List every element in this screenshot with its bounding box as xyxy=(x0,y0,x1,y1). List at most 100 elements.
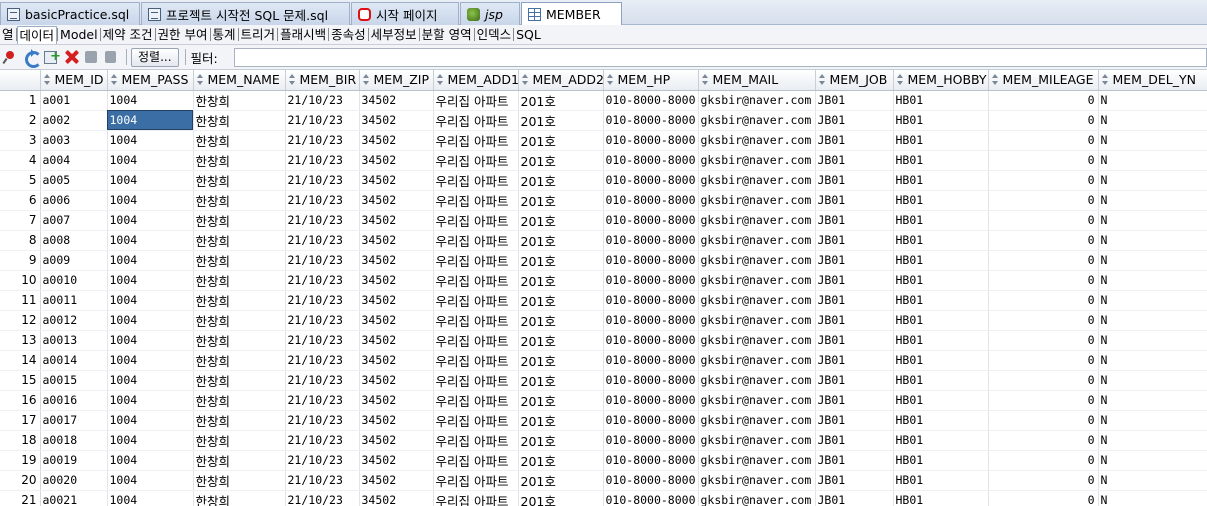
cell-mem-job[interactable]: JB01 xyxy=(815,430,894,451)
row-number[interactable]: 10 xyxy=(0,270,41,291)
cell-mem-bir[interactable]: 21/10/23 xyxy=(285,110,360,131)
subtab-partitions[interactable]: 분할 영역 xyxy=(420,26,474,44)
cell-mem-add1[interactable]: 우리집 아파트 xyxy=(433,290,519,311)
cell-mem-hobby[interactable]: HB01 xyxy=(893,330,989,351)
cell-mem-job[interactable]: JB01 xyxy=(815,370,894,391)
cell-mem-mail[interactable]: gksbir@naver.com xyxy=(698,230,816,251)
cell-mem-bir[interactable]: 21/10/23 xyxy=(285,450,360,471)
cell-mem-job[interactable]: JB01 xyxy=(815,230,894,251)
sort-arrows-icon[interactable] xyxy=(606,74,614,86)
cell-mem-hobby[interactable]: HB01 xyxy=(893,230,989,251)
row-number[interactable]: 5 xyxy=(0,170,41,191)
cell-mem-mail[interactable]: gksbir@naver.com xyxy=(698,410,816,431)
cell-mem-mail[interactable]: gksbir@naver.com xyxy=(698,170,816,191)
cell-mem-name[interactable]: 한창희 xyxy=(193,410,286,431)
cell-mem-hobby[interactable]: HB01 xyxy=(893,450,989,471)
cell-mem-hobby[interactable]: HB01 xyxy=(893,210,989,231)
cell-mem-add2[interactable]: 201호 xyxy=(518,330,604,351)
row-number[interactable]: 8 xyxy=(0,230,41,251)
cell-mem-mileage[interactable]: 0 xyxy=(988,310,1099,331)
cell-mem-id[interactable]: a0012 xyxy=(40,310,108,331)
cell-mem-id[interactable]: a001 xyxy=(40,90,108,111)
cell-mem-hp[interactable]: 010-8000-8000 xyxy=(603,210,699,231)
cell-mem-zip[interactable]: 34502 xyxy=(359,470,434,491)
cell-mem-hobby[interactable]: HB01 xyxy=(893,350,989,371)
cell-mem-job[interactable]: JB01 xyxy=(815,270,894,291)
cell-mem-del-yn[interactable]: N xyxy=(1098,90,1207,111)
cell-mem-hp[interactable]: 010-8000-8000 xyxy=(603,130,699,151)
subtab-details[interactable]: 세부정보 xyxy=(369,26,419,44)
cell-mem-add2[interactable]: 201호 xyxy=(518,390,604,411)
table-row[interactable]: 11 a0011 1004 한창희 21/10/23 34502 우리집 아파트 201호 01… xyxy=(0,290,1207,311)
cell-mem-del-yn[interactable]: N xyxy=(1098,430,1207,451)
cell-mem-id[interactable]: a0019 xyxy=(40,450,108,471)
cell-mem-add1[interactable]: 우리집 아파트 xyxy=(433,130,519,151)
cell-mem-bir[interactable]: 21/10/23 xyxy=(285,290,360,311)
cell-mem-job[interactable]: JB01 xyxy=(815,310,894,331)
cell-mem-mileage[interactable]: 0 xyxy=(988,230,1099,251)
cell-mem-pass[interactable]: 1004 xyxy=(107,150,194,171)
cell-mem-del-yn[interactable]: N xyxy=(1098,350,1207,371)
cell-mem-del-yn[interactable]: N xyxy=(1098,250,1207,271)
cell-mem-id[interactable]: a0018 xyxy=(40,430,108,451)
table-row[interactable]: 14 a0014 1004 한창희 21/10/23 34502 우리집 아파트 201호 01… xyxy=(0,350,1207,371)
cell-mem-bir[interactable]: 21/10/23 xyxy=(285,370,360,391)
sort-arrows-icon[interactable] xyxy=(701,74,709,86)
cell-mem-job[interactable]: JB01 xyxy=(815,130,894,151)
cell-mem-zip[interactable]: 34502 xyxy=(359,290,434,311)
cell-mem-job[interactable]: JB01 xyxy=(815,330,894,351)
cell-mem-bir[interactable]: 21/10/23 xyxy=(285,330,360,351)
cell-mem-add2[interactable]: 201호 xyxy=(518,410,604,431)
cell-mem-hp[interactable]: 010-8000-8000 xyxy=(603,170,699,191)
cell-mem-pass[interactable]: 1004 xyxy=(107,270,194,291)
cell-mem-bir[interactable]: 21/10/23 xyxy=(285,230,360,251)
column-header-mem-del-yn[interactable]: MEM_DEL_YN xyxy=(1098,70,1207,91)
cell-mem-add2[interactable]: 201호 xyxy=(518,290,604,311)
cell-mem-name[interactable]: 한창희 xyxy=(193,450,286,471)
column-header-mem-hp[interactable]: MEM_HP xyxy=(603,70,699,91)
row-number[interactable]: 2 xyxy=(0,110,41,131)
cell-mem-del-yn[interactable]: N xyxy=(1098,470,1207,491)
cell-mem-mail[interactable]: gksbir@naver.com xyxy=(698,130,816,151)
cell-mem-del-yn[interactable]: N xyxy=(1098,370,1207,391)
cell-mem-pass[interactable]: 1004 xyxy=(107,370,194,391)
cell-mem-add2[interactable]: 201호 xyxy=(518,430,604,451)
cell-mem-pass[interactable]: 1004 xyxy=(107,430,194,451)
cell-mem-pass[interactable]: 1004 xyxy=(107,170,194,191)
cell-mem-mileage[interactable]: 0 xyxy=(988,370,1099,391)
table-row[interactable]: 16 a0016 1004 한창희 21/10/23 34502 우리집 아파트 201호 01… xyxy=(0,390,1207,411)
row-number[interactable]: 11 xyxy=(0,290,41,311)
cell-mem-id[interactable]: a0014 xyxy=(40,350,108,371)
cell-mem-add2[interactable]: 201호 xyxy=(518,490,604,506)
cell-mem-zip[interactable]: 34502 xyxy=(359,210,434,231)
cell-mem-mileage[interactable]: 0 xyxy=(988,470,1099,491)
sort-arrows-icon[interactable] xyxy=(196,74,204,86)
sort-arrows-icon[interactable] xyxy=(436,74,444,86)
cell-mem-bir[interactable]: 21/10/23 xyxy=(285,390,360,411)
cell-mem-job[interactable]: JB01 xyxy=(815,110,894,131)
cell-mem-add2[interactable]: 201호 xyxy=(518,110,604,131)
cell-mem-mileage[interactable]: 0 xyxy=(988,490,1099,506)
cell-mem-hobby[interactable]: HB01 xyxy=(893,410,989,431)
cell-mem-name[interactable]: 한창희 xyxy=(193,310,286,331)
cell-mem-name[interactable]: 한창희 xyxy=(193,130,286,151)
cell-mem-pass[interactable]: 1004 xyxy=(107,410,194,431)
column-header-mem-zip[interactable]: MEM_ZIP xyxy=(359,70,434,91)
cell-mem-add1[interactable]: 우리집 아파트 xyxy=(433,170,519,191)
cell-mem-pass[interactable]: 1004 xyxy=(107,230,194,251)
column-header-mem-bir[interactable]: MEM_BIR xyxy=(285,70,360,91)
cell-mem-name[interactable]: 한창희 xyxy=(193,290,286,311)
cell-mem-mileage[interactable]: 0 xyxy=(988,270,1099,291)
row-number[interactable]: 17 xyxy=(0,410,41,431)
cell-mem-hobby[interactable]: HB01 xyxy=(893,250,989,271)
cell-mem-job[interactable]: JB01 xyxy=(815,210,894,231)
cell-mem-hp[interactable]: 010-8000-8000 xyxy=(603,90,699,111)
cell-mem-job[interactable]: JB01 xyxy=(815,190,894,211)
tab-member-table[interactable]: MEMBER xyxy=(521,2,622,26)
cell-mem-zip[interactable]: 34502 xyxy=(359,310,434,331)
cell-mem-job[interactable]: JB01 xyxy=(815,350,894,371)
cell-mem-pass[interactable]: 1004 xyxy=(107,490,194,506)
cell-mem-add1[interactable]: 우리집 아파트 xyxy=(433,430,519,451)
cell-mem-del-yn[interactable]: N xyxy=(1098,130,1207,151)
cell-mem-hobby[interactable]: HB01 xyxy=(893,370,989,391)
